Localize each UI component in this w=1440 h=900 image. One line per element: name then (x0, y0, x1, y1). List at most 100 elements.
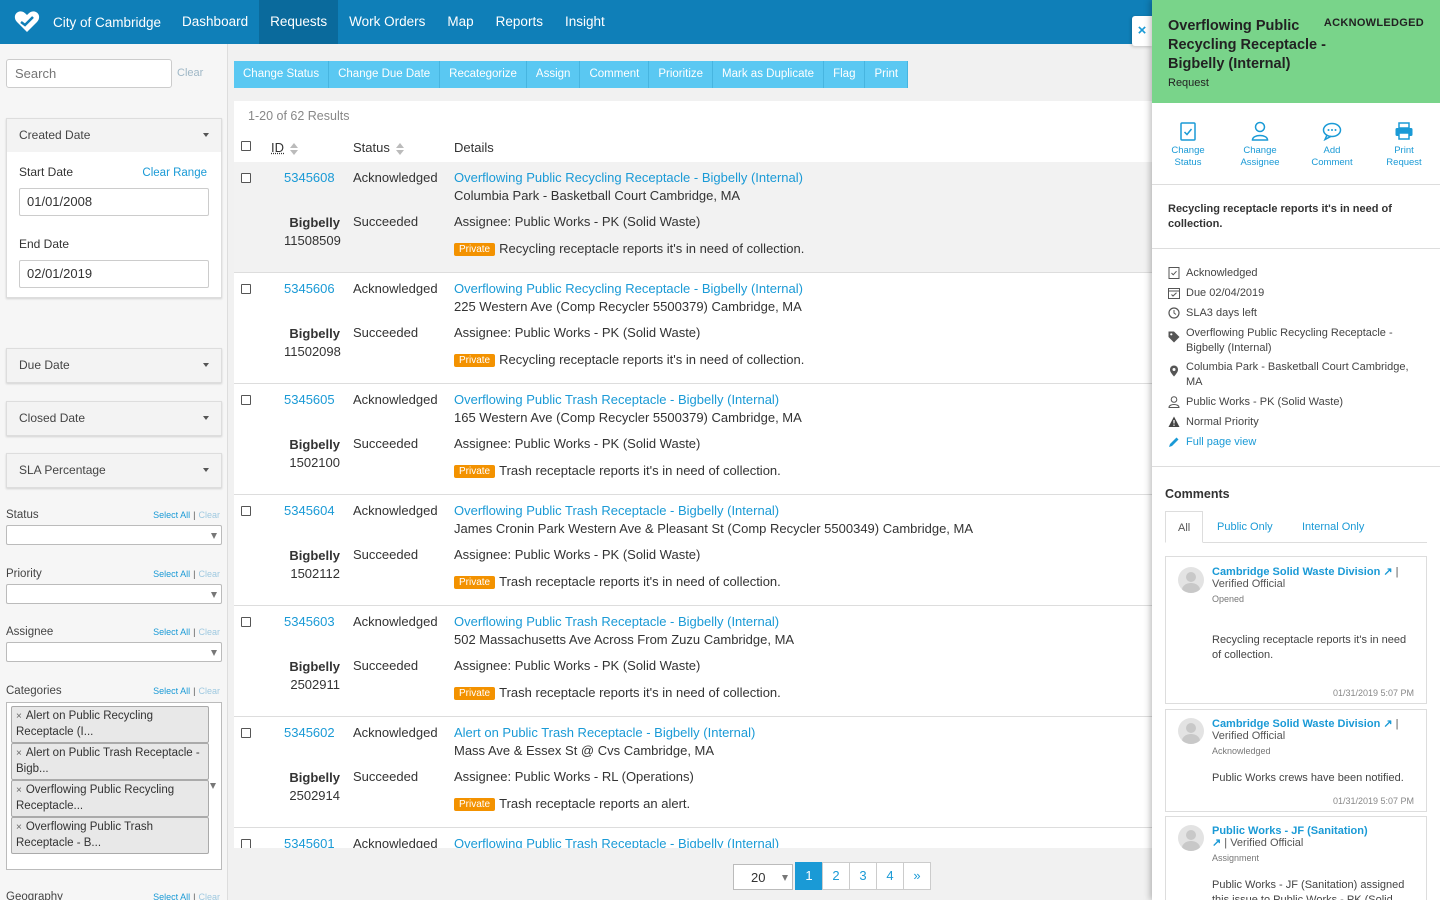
page-3[interactable]: 3 (849, 862, 877, 890)
request-id-link[interactable]: 5345605 (284, 392, 335, 407)
categories-clear[interactable]: Clear (198, 686, 220, 696)
tab-public-only[interactable]: Public Only (1205, 511, 1285, 543)
request-id-link[interactable]: 5345602 (284, 725, 335, 740)
change-assignee-action[interactable]: Change Assignee (1230, 121, 1290, 169)
remove-icon[interactable]: × (16, 711, 22, 722)
request-title-link[interactable]: Overflowing Public Recycling Receptacle … (454, 170, 803, 185)
category-chip[interactable]: × Alert on Public Trash Receptacle - Bigb… (11, 743, 209, 780)
status-select-all[interactable]: Select All (153, 510, 190, 520)
nav-reports[interactable]: Reports (485, 0, 554, 44)
remove-icon[interactable]: × (16, 785, 22, 796)
prioritize-button[interactable]: Prioritize (649, 61, 714, 88)
category-chip-label: Overflowing Public Trash Receptacle - B.… (16, 821, 154, 849)
assignee-select[interactable] (6, 642, 222, 662)
assignee-clear[interactable]: Clear (198, 627, 220, 637)
status-column-header[interactable]: Status (353, 140, 404, 155)
request-title-link[interactable]: Overflowing Public Trash Receptacle - Bi… (454, 836, 779, 848)
page-4[interactable]: 4 (876, 862, 904, 890)
categories-multiselect[interactable]: × Alert on Public Recycling Receptacle (I… (6, 702, 222, 870)
mark-duplicate-button[interactable]: Mark as Duplicate (713, 61, 825, 88)
nav-dashboard[interactable]: Dashboard (171, 0, 259, 44)
table-row[interactable]: 5345601 Acknowledged Overflowing Public Tr… (234, 828, 1152, 848)
print-request-action[interactable]: Print Request (1374, 121, 1434, 169)
row-checkbox[interactable] (241, 395, 251, 405)
change-due-date-button[interactable]: Change Due Date (329, 61, 441, 88)
next-page[interactable]: » (903, 862, 931, 890)
category-chip[interactable]: × Overflowing Public Trash Receptacle - B… (11, 817, 209, 854)
info-due-text: Due 02/04/2019 (1186, 287, 1265, 299)
created-date-toggle[interactable]: Created Date (7, 119, 221, 152)
search-clear-link[interactable]: Clear (177, 67, 203, 79)
flag-button[interactable]: Flag (824, 61, 866, 88)
dropdown-arrow-icon (782, 875, 788, 881)
request-title-link[interactable]: Overflowing Public Recycling Receptacle … (454, 281, 803, 296)
row-checkbox[interactable] (241, 506, 251, 516)
category-chip[interactable]: × Alert on Public Recycling Receptacle (I… (11, 706, 209, 743)
request-id-link[interactable]: 5345604 (284, 503, 335, 518)
table-row[interactable]: 5345602 Acknowledged Alert on Public Trash… (234, 717, 1152, 828)
id-column-header[interactable]: ID (271, 140, 298, 155)
assignee-select-all[interactable]: Select All (153, 627, 190, 637)
geography-select-all[interactable]: Select All (153, 892, 190, 900)
add-comment-action[interactable]: Add Comment (1302, 121, 1362, 169)
request-title-link[interactable]: Overflowing Public Trash Receptacle - Bi… (454, 614, 779, 629)
request-id-link[interactable]: 5345608 (284, 170, 335, 185)
close-detail-button[interactable]: × (1132, 16, 1152, 46)
table-row[interactable]: 5345604 Acknowledged Overflowing Public Tr… (234, 495, 1152, 606)
comment-author[interactable]: Public Works - JF (Sanitation) ↗ | Verifi… (1212, 825, 1417, 849)
detail-title: Overflowing Public Recycling Receptacle … (1168, 18, 1326, 72)
select-all-checkbox[interactable] (241, 141, 251, 151)
print-button[interactable]: Print (865, 61, 909, 88)
priority-select[interactable] (6, 584, 222, 604)
search-input[interactable] (6, 59, 172, 88)
table-row[interactable]: 5345603 Acknowledged Overflowing Public Tr… (234, 606, 1152, 717)
closed-date-panel[interactable]: Closed Date (6, 401, 222, 436)
row-checkbox[interactable] (241, 284, 251, 294)
request-title-link[interactable]: Overflowing Public Trash Receptacle - Bi… (454, 503, 779, 518)
request-id-link[interactable]: 5345601 (284, 836, 335, 848)
priority-select-all[interactable]: Select All (153, 569, 190, 579)
table-row[interactable]: 5345606 Acknowledged Overflowing Public Re… (234, 273, 1152, 384)
request-title-link[interactable]: Overflowing Public Trash Receptacle - Bi… (454, 392, 779, 407)
nav-requests[interactable]: Requests (259, 0, 339, 44)
row-checkbox[interactable] (241, 173, 251, 183)
tab-internal-only[interactable]: Internal Only (1290, 511, 1376, 543)
table-row[interactable]: 5345608 Acknowledged Overflowing Public Re… (234, 162, 1152, 273)
brand[interactable]: City of Cambridge (0, 0, 171, 44)
remove-icon[interactable]: × (16, 822, 22, 833)
request-id-link[interactable]: 5345603 (284, 614, 335, 629)
row-checkbox[interactable] (241, 839, 251, 848)
remove-icon[interactable]: × (16, 748, 22, 759)
due-date-panel[interactable]: Due Date (6, 348, 222, 383)
request-title-link[interactable]: Alert on Public Trash Receptacle - Bigbe… (454, 725, 755, 740)
change-status-button[interactable]: Change Status (234, 61, 330, 88)
comment-author[interactable]: Cambridge Solid Waste Division ↗ | Verif… (1212, 718, 1417, 742)
full-page-view-link[interactable]: Full page view (1186, 435, 1256, 450)
assign-button[interactable]: Assign (526, 61, 581, 88)
comment-button[interactable]: Comment (580, 61, 650, 88)
tab-all[interactable]: All (1165, 511, 1204, 543)
status-select[interactable] (6, 525, 222, 545)
comment-author[interactable]: Cambridge Solid Waste Division ↗ | Verif… (1212, 566, 1417, 590)
priority-clear[interactable]: Clear (198, 569, 220, 579)
category-chip[interactable]: × Overflowing Public Recycling Receptacle… (11, 780, 209, 817)
nav-map[interactable]: Map (436, 0, 484, 44)
page-2[interactable]: 2 (822, 862, 850, 890)
sla-percentage-panel[interactable]: SLA Percentage (6, 453, 222, 488)
categories-select-all[interactable]: Select All (153, 686, 190, 696)
start-date-input[interactable]: 01/01/2008 (19, 188, 209, 216)
row-checkbox[interactable] (241, 728, 251, 738)
change-status-action[interactable]: Change Status (1158, 121, 1218, 169)
clear-range-link[interactable]: Clear Range (142, 167, 207, 179)
geography-clear[interactable]: Clear (198, 892, 220, 900)
table-row[interactable]: 5345605 Acknowledged Overflowing Public Tr… (234, 384, 1152, 495)
per-page-select[interactable]: 20 (733, 864, 793, 890)
request-id-link[interactable]: 5345606 (284, 281, 335, 296)
nav-insight[interactable]: Insight (554, 0, 616, 44)
nav-work-orders[interactable]: Work Orders (338, 0, 436, 44)
row-checkbox[interactable] (241, 617, 251, 627)
recategorize-button[interactable]: Recategorize (440, 61, 527, 88)
page-1[interactable]: 1 (795, 862, 823, 890)
end-date-input[interactable]: 02/01/2019 (19, 260, 209, 288)
status-clear[interactable]: Clear (198, 510, 220, 520)
